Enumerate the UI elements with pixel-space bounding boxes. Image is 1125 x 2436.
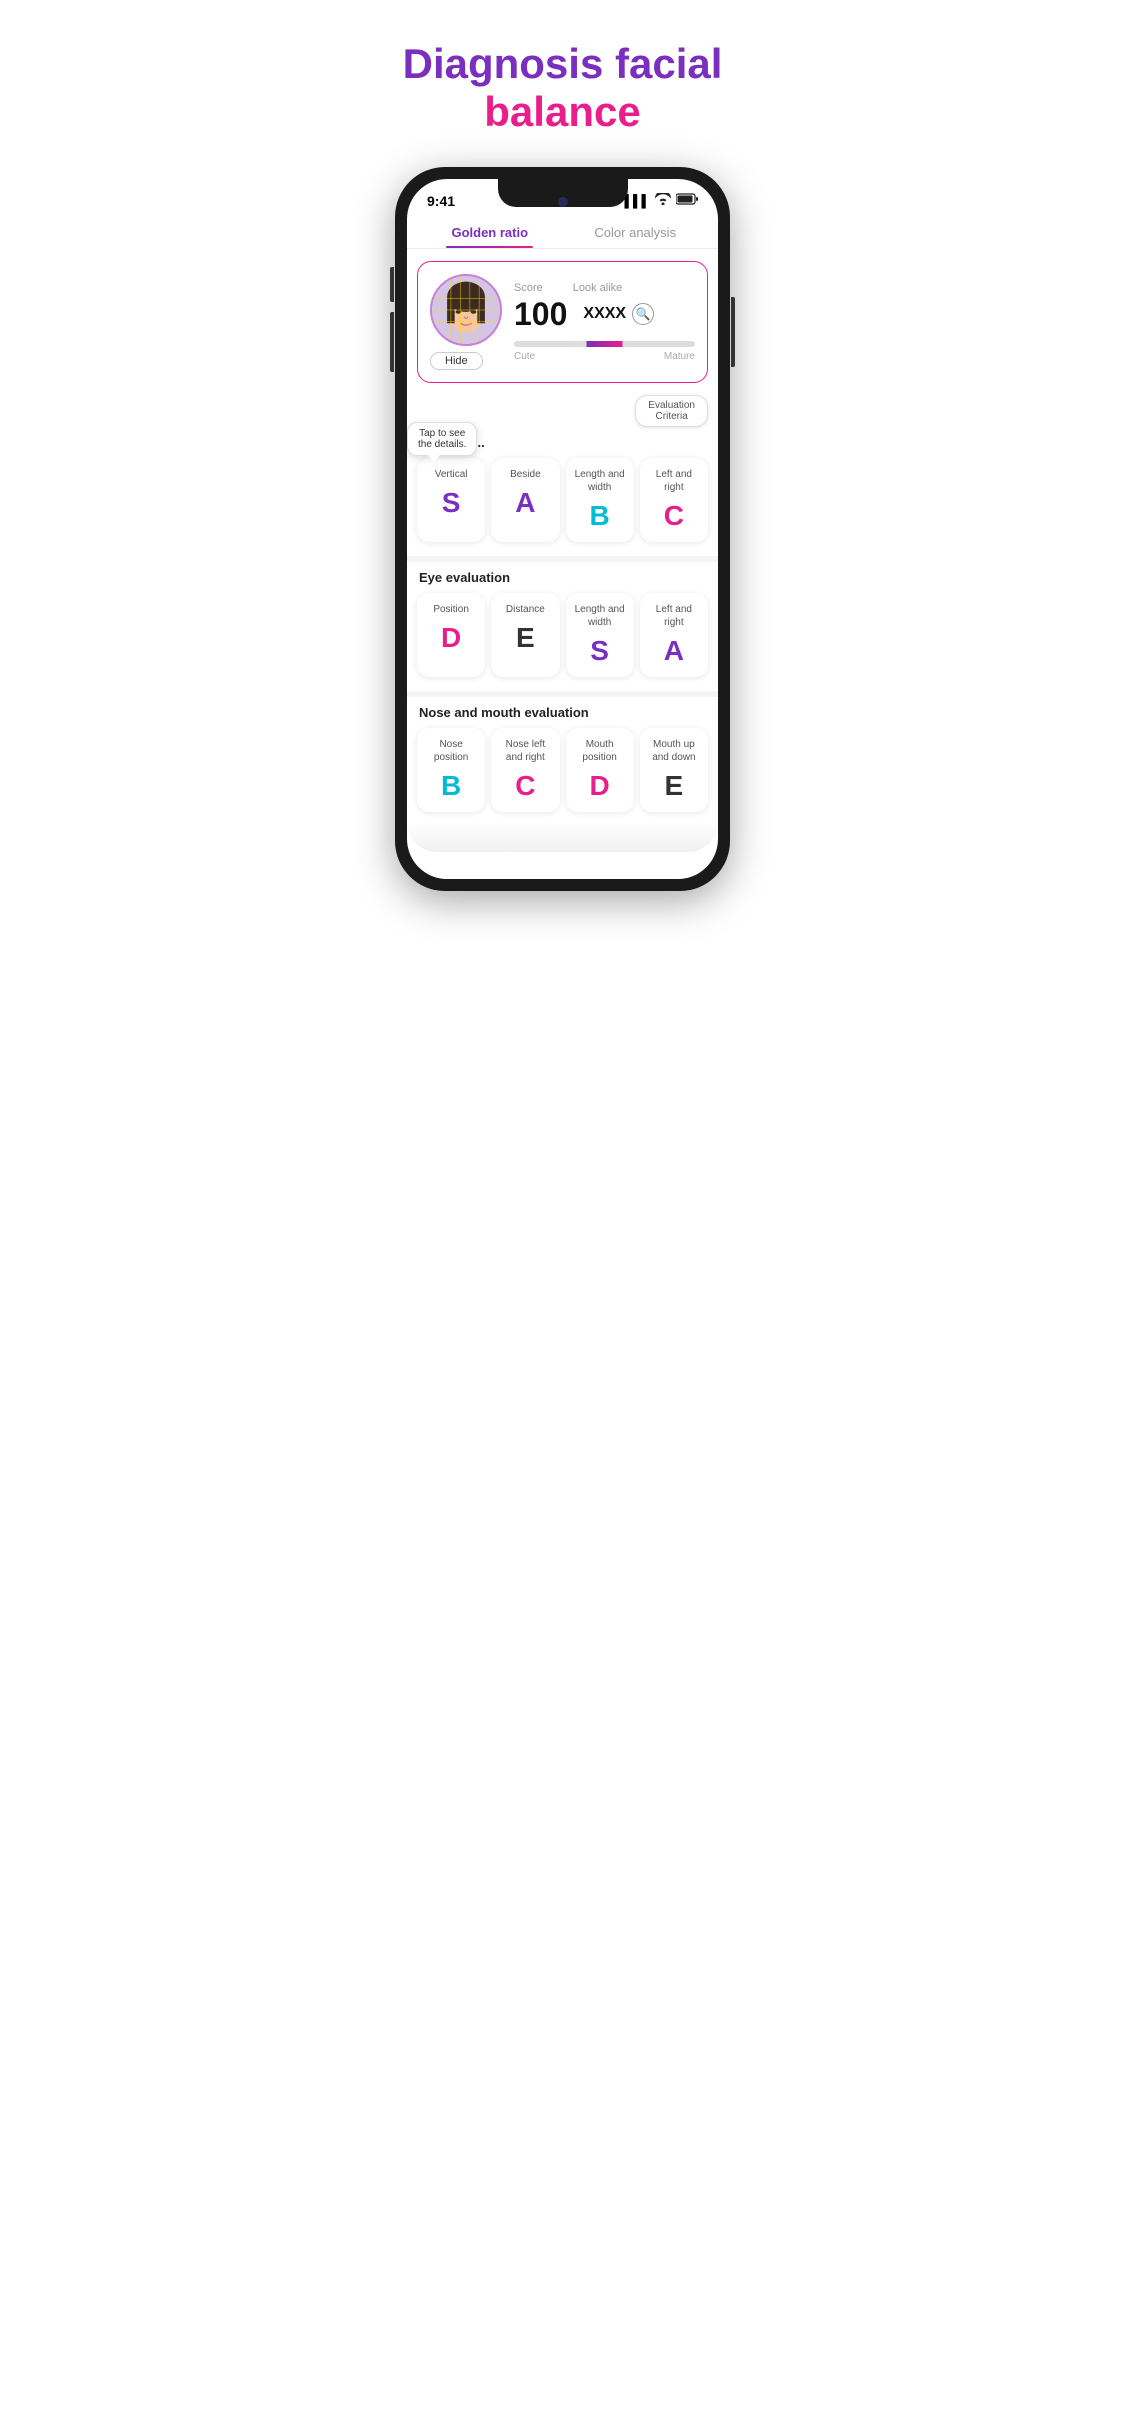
face-card-left-right-label: Left andright: [646, 468, 702, 494]
eye-card-distance-label: Distance: [497, 603, 553, 616]
hide-button[interactable]: Hide: [430, 352, 483, 370]
signal-icon: ▌▌▌: [624, 194, 650, 208]
page-title: Diagnosis facial balance: [375, 0, 750, 157]
status-time: 9:41: [427, 193, 455, 209]
mouth-card-position-grade: D: [572, 770, 628, 802]
gauge-bar: [514, 341, 695, 347]
score-label: Score: [514, 282, 543, 294]
front-camera: [558, 197, 568, 207]
face-card-beside-label: Beside: [497, 468, 553, 481]
eye-card-position[interactable]: Position D: [417, 593, 485, 677]
nose-mouth-evaluation-section: Nose and mouth evaluation Noseposition B…: [407, 701, 718, 822]
score-number: 100: [514, 296, 567, 333]
score-info: Score Look alike 100 XXXX 🔍 Cute Mature: [514, 282, 695, 362]
bottom-fade: [407, 822, 718, 852]
phone-screen: 9:41 ▌▌▌ Golden ratio Color analysis: [407, 179, 718, 879]
nose-card-left-right-grade: C: [497, 770, 553, 802]
eye-card-length-width[interactable]: Length andwidth S: [566, 593, 634, 677]
eye-card-length-width-label: Length andwidth: [572, 603, 628, 629]
tab-golden-ratio[interactable]: Golden ratio: [417, 215, 563, 248]
face-card-length-width-label: Length andwidth: [572, 468, 628, 494]
eye-card-left-right-grade: A: [646, 635, 702, 667]
look-alike-value: XXXX: [583, 305, 626, 323]
eye-card-length-width-grade: S: [572, 635, 628, 667]
section-divider-1: [407, 556, 718, 562]
face-card-length-width-grade: B: [572, 500, 628, 532]
eye-card-left-right[interactable]: Left andright A: [640, 593, 708, 677]
eye-card-distance[interactable]: Distance E: [491, 593, 559, 677]
phone-notch: [498, 179, 628, 207]
avatar-container: Hide: [430, 274, 502, 370]
side-button-power: [731, 297, 735, 367]
nose-card-left-right[interactable]: Nose leftand right C: [491, 728, 559, 812]
eye-card-distance-grade: E: [497, 622, 553, 654]
tooltip-bubble: Tap to seethe details.: [407, 422, 477, 456]
tab-color-analysis[interactable]: Color analysis: [563, 215, 709, 248]
eye-eval-label: Eye evaluation: [407, 566, 718, 593]
nose-card-position[interactable]: Noseposition B: [417, 728, 485, 812]
eye-eval-cards: Position D Distance E Length andwidth S …: [407, 593, 718, 687]
nose-card-left-right-label: Nose leftand right: [497, 738, 553, 764]
face-card-vertical[interactable]: Tap to seethe details. Vertical S: [417, 458, 485, 542]
eye-evaluation-section: Eye evaluation Position D Distance E Len…: [407, 566, 718, 687]
nose-mouth-eval-cards: Noseposition B Nose leftand right C Mout…: [407, 728, 718, 822]
eval-criteria-button[interactable]: EvaluationCriteria: [635, 395, 708, 427]
side-button-volume-down: [390, 312, 394, 372]
mouth-card-up-down-grade: E: [646, 770, 702, 802]
gauge-mature-label: Mature: [664, 351, 695, 362]
mouth-card-up-down-label: Mouth upand down: [646, 738, 702, 764]
wifi-icon: [655, 193, 671, 208]
face-evaluation-section: Face eva... Tap to seethe details. Verti…: [407, 431, 718, 552]
mouth-card-position-label: Mouthposition: [572, 738, 628, 764]
mouth-card-up-down[interactable]: Mouth upand down E: [640, 728, 708, 812]
mouth-card-position[interactable]: Mouthposition D: [566, 728, 634, 812]
avatar: [430, 274, 502, 346]
search-icon[interactable]: 🔍: [632, 303, 654, 325]
gauge-labels: Cute Mature: [514, 351, 695, 362]
score-labels: Score Look alike: [514, 282, 695, 294]
nose-mouth-eval-label: Nose and mouth evaluation: [407, 701, 718, 728]
eye-card-position-grade: D: [423, 622, 479, 654]
face-card-vertical-grade: S: [423, 487, 479, 519]
face-card-left-right[interactable]: Left andright C: [640, 458, 708, 542]
gauge-cute-label: Cute: [514, 351, 535, 362]
face-card-beside[interactable]: Beside A: [491, 458, 559, 542]
tab-bar: Golden ratio Color analysis: [407, 215, 718, 249]
status-icons: ▌▌▌: [624, 193, 698, 208]
face-card-beside-grade: A: [497, 487, 553, 519]
battery-icon: [676, 193, 698, 208]
face-eval-cards: Tap to seethe details. Vertical S Beside…: [407, 458, 718, 552]
eye-card-position-label: Position: [423, 603, 479, 616]
face-card-length-width[interactable]: Length andwidth B: [566, 458, 634, 542]
face-card-vertical-label: Vertical: [423, 468, 479, 481]
score-values: 100 XXXX 🔍: [514, 296, 695, 333]
look-alike-label: Look alike: [573, 282, 623, 294]
eye-card-left-right-label: Left andright: [646, 603, 702, 629]
nose-card-position-grade: B: [423, 770, 479, 802]
look-alike-row: XXXX 🔍: [583, 303, 654, 325]
section-divider-2: [407, 691, 718, 697]
score-card: Hide Score Look alike 100 XXXX 🔍 Cute: [417, 261, 708, 383]
side-button-volume-up: [390, 267, 394, 302]
phone-mockup: 9:41 ▌▌▌ Golden ratio Color analysis: [395, 167, 730, 891]
face-card-left-right-grade: C: [646, 500, 702, 532]
nose-card-position-label: Noseposition: [423, 738, 479, 764]
